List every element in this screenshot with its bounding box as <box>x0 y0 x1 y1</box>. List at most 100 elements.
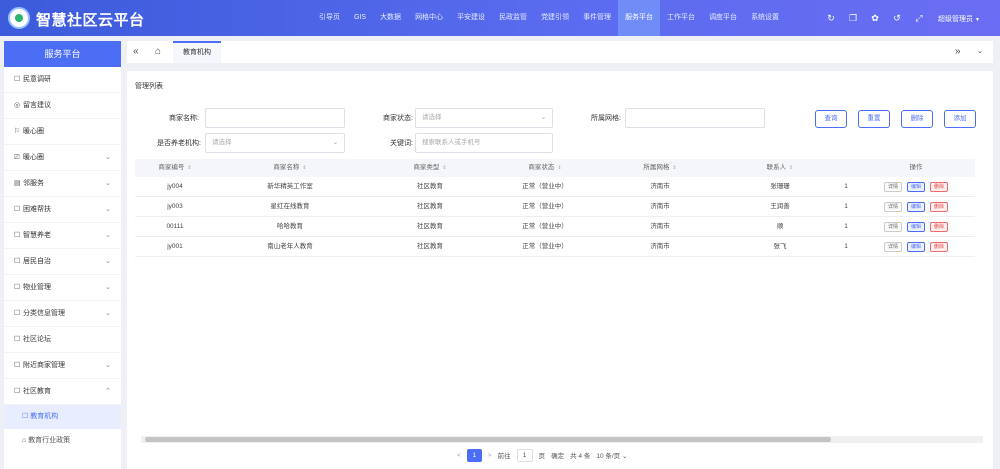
nav-item-safety[interactable]: 平安建设 <box>450 0 492 36</box>
view-button[interactable]: 详情 <box>883 202 902 212</box>
delete-button[interactable]: 删除 <box>901 110 933 128</box>
refresh-icon[interactable]: ↻ <box>820 13 842 24</box>
prev-page-icon[interactable]: < <box>457 452 461 459</box>
row-actions-group: 详情 编辑 删除 <box>857 217 975 236</box>
sidebar-item-nearby-merchants[interactable]: ☐ 附近商家管理 ⌄ <box>4 353 121 379</box>
goto-page-input[interactable]: 1 <box>516 448 533 462</box>
table-cell: 顺 <box>776 223 784 230</box>
tabs-menu-chevron-icon[interactable]: ⌄ <box>977 41 983 63</box>
edit-button[interactable]: 编辑 <box>906 182 925 192</box>
next-page-icon[interactable]: > <box>488 452 492 459</box>
nav-item-system-settings[interactable]: 系统设置 <box>744 0 786 36</box>
home-icon[interactable]: ⌂ <box>155 41 161 63</box>
nav-item-guide[interactable]: 引导页 <box>312 0 347 36</box>
elderly-institution-label: 是否养老机构: <box>157 140 201 147</box>
sidebar-item-community-education[interactable]: ☐ 社区教育 ⌃ <box>4 379 121 405</box>
column-header[interactable]: 所属网格 ⇕ <box>595 159 725 177</box>
column-header[interactable]: 商家类型 ⇕ <box>365 159 495 177</box>
sidebar-item-warm-circle-group[interactable]: ⎚ 暖心圈 ⌄ <box>4 145 121 171</box>
edit-button[interactable]: 编辑 <box>906 242 925 252</box>
column-header[interactable]: 商家状态 ⇕ <box>495 159 595 177</box>
menu-item-icon: ☐ <box>14 388 21 395</box>
column-header-label: 联系人 <box>766 164 787 171</box>
sidebar-item-smart-elderly[interactable]: ☐ 智慧养老 ⌄ <box>4 223 121 249</box>
sidebar-item-community-forum[interactable]: ☐ 社区论坛 <box>4 327 121 353</box>
sort-icon[interactable]: ⇕ <box>442 165 446 171</box>
reset-button[interactable]: 重置 <box>858 110 890 128</box>
horizontal-scrollbar[interactable] <box>141 436 983 443</box>
tabs-scroll-right-icon[interactable]: » <box>955 41 961 63</box>
copy-icon[interactable]: ❐ <box>842 13 864 24</box>
sidebar-subitem-education-policy[interactable]: ⌂ 教育行业政策 <box>4 429 121 453</box>
sort-icon[interactable]: ⇕ <box>672 165 676 171</box>
edit-button[interactable]: 编辑 <box>906 202 925 212</box>
total-count: 共 4 条 <box>570 453 591 460</box>
column-header-label: 商家名称 <box>273 164 300 171</box>
nav-item-work-platform[interactable]: 工作平台 <box>660 0 702 36</box>
sidebar-item-label: 分类信息管理 <box>23 310 65 317</box>
nav-item-dispatch-platform[interactable]: 调度平台 <box>702 0 744 36</box>
sidebar-item-label: 物业管理 <box>23 284 51 291</box>
sidebar-item-label: 邻服务 <box>23 180 44 187</box>
sidebar-item-suggestions[interactable]: ◎ 留言建议 <box>4 93 121 119</box>
sidebar-item-resident-autonomy[interactable]: ☐ 居民自治 ⌄ <box>4 249 121 275</box>
palette-icon[interactable]: ✿ <box>864 13 886 24</box>
scrollbar-thumb[interactable] <box>145 437 831 442</box>
goto-confirm-button[interactable]: 确定 <box>551 450 564 460</box>
query-button[interactable]: 查询 <box>815 110 847 128</box>
fullscreen-icon[interactable]: ⤢ <box>908 13 930 24</box>
keyword-label: 关键词: <box>390 140 413 147</box>
sidebar-item-classified-info[interactable]: ☐ 分类信息管理 ⌄ <box>4 301 121 327</box>
sort-icon[interactable]: ⇕ <box>789 165 793 171</box>
sort-icon[interactable]: ⇕ <box>557 165 561 171</box>
undo-icon[interactable]: ↺ <box>886 13 908 24</box>
tab-education-institution[interactable]: 教育机构 <box>173 41 221 63</box>
column-header-label: 所属网格 <box>643 164 670 171</box>
nav-item-service-platform[interactable]: 服务平台 <box>618 0 661 36</box>
add-button[interactable]: 添加 <box>944 110 976 128</box>
chevron-down-icon: ⌄ <box>105 206 111 213</box>
merchant-status-select[interactable]: 请选择 ⌄ <box>415 108 553 128</box>
sidebar-subitem-education-institution[interactable]: ☐ 教育机构 <box>4 405 121 429</box>
nav-item-gis[interactable]: GIS <box>347 0 373 36</box>
grid-input[interactable] <box>625 108 765 128</box>
table-cell: jy001 <box>167 243 183 250</box>
sort-icon[interactable]: ⇕ <box>187 165 191 171</box>
sidebar-item-survey[interactable]: ☐ 民意调研 <box>4 67 121 93</box>
delete-row-button[interactable]: 删除 <box>930 222 949 232</box>
nav-item-event-management[interactable]: 事件管理 <box>576 0 618 36</box>
page-size-select[interactable]: 10 条/页 ⌄ <box>596 450 627 460</box>
tabs-scroll-left-icon[interactable]: « <box>133 41 139 63</box>
keyword-input[interactable]: 搜索联系人或手机号 <box>415 133 553 153</box>
merchant-name-input[interactable] <box>205 108 345 128</box>
sort-icon[interactable]: ⇕ <box>302 165 306 171</box>
table-cell: 济南市 <box>650 183 670 190</box>
sidebar-item-hardship-aid[interactable]: ☐ 困难帮扶 ⌄ <box>4 197 121 223</box>
menu-item-icon: ☐ <box>14 362 21 369</box>
column-header[interactable]: 商家编号 ⇕ <box>135 159 215 177</box>
table-cell: 正常（营业中） <box>522 183 568 190</box>
column-header[interactable]: 商家名称 ⇕ <box>215 159 365 177</box>
nav-item-civil-affairs[interactable]: 民政监管 <box>492 0 534 36</box>
nav-item-grid-center[interactable]: 网格中心 <box>408 0 450 36</box>
page-number-current[interactable]: 1 <box>466 448 482 462</box>
nav-item-big-data[interactable]: 大数据 <box>373 0 408 36</box>
delete-row-button[interactable]: 删除 <box>930 202 949 212</box>
elderly-institution-select[interactable]: 请选择 ⌄ <box>205 133 345 153</box>
sidebar: 服务平台 ☐ 民意调研 ◎ 留言建议 ⚐ 暖心圈 ⎚ 暖心圈 ⌄ ▤ 邻服务 ⌄ ☐ 困难帮扶 ⌄ ☐ 智慧养老… <box>4 41 121 469</box>
sidebar-item-label: 暖心圈 <box>23 154 44 161</box>
edit-button[interactable]: 编辑 <box>906 222 925 232</box>
nav-item-party-building[interactable]: 党建引领 <box>534 0 576 36</box>
delete-row-button[interactable]: 删除 <box>930 242 949 252</box>
sidebar-item-neighbor-service[interactable]: ▤ 邻服务 ⌄ <box>4 171 121 197</box>
sidebar-item-warm-circle[interactable]: ⚐ 暖心圈 <box>4 119 121 145</box>
view-button[interactable]: 详情 <box>883 222 902 232</box>
column-header[interactable]: 联系人 ⇕ <box>725 159 835 177</box>
view-button[interactable]: 详情 <box>883 242 902 252</box>
sidebar-item-property-management[interactable]: ☐ 物业管理 ⌄ <box>4 275 121 301</box>
delete-row-button[interactable]: 删除 <box>930 182 949 192</box>
sidebar-subitem-label: 教育行业政策 <box>28 437 71 444</box>
row-actions-group: 详情 编辑 删除 <box>857 197 975 216</box>
user-menu[interactable]: 超级管理员 ▼ <box>938 14 980 24</box>
view-button[interactable]: 详情 <box>883 182 902 192</box>
